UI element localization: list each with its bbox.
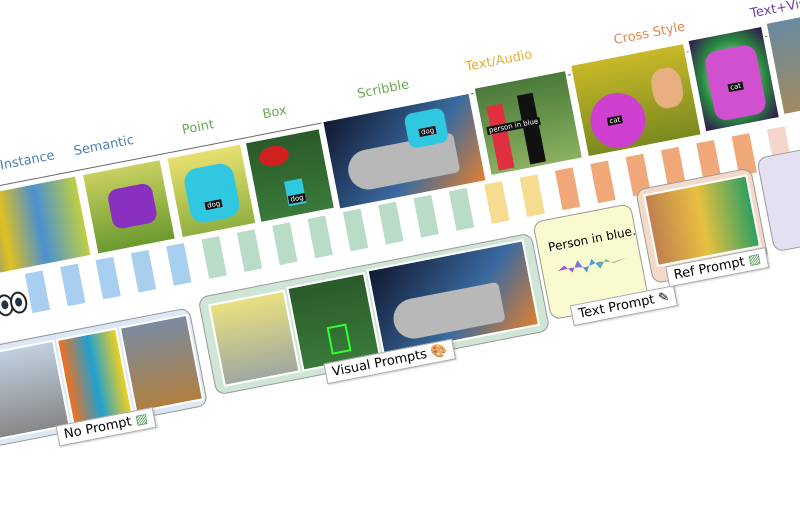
label-instance: Instance (0, 148, 56, 174)
stripe (307, 215, 333, 259)
stripe (236, 229, 263, 272)
image-icon: ▨ (134, 411, 150, 429)
label-scribble: Scribble (356, 77, 411, 102)
cross-style-image-2: cat (686, 24, 782, 134)
stripe (60, 263, 86, 307)
stripe (272, 222, 298, 266)
semantic-image (80, 157, 178, 256)
pencil-icon: ✎ (657, 289, 671, 307)
stripe (448, 188, 475, 231)
cross-style-image-1: cat (568, 41, 703, 159)
stripe (590, 160, 616, 204)
box-image: dog (243, 126, 337, 225)
stripe (378, 201, 404, 245)
stripe (342, 208, 369, 252)
label-point: Point (180, 117, 216, 139)
stripe (24, 270, 51, 314)
stripe (166, 242, 192, 286)
stripe (413, 194, 439, 238)
text-prompt-box: Person in blue. Text Prompt ✎ (532, 203, 679, 327)
stripe (95, 256, 121, 300)
text-audio-image: person in blue (472, 68, 585, 178)
prompt-overview-diagram: Instance Semantic Point Box Scribble Tex… (0, 0, 800, 503)
palette-icon: 🎨 (429, 342, 449, 361)
horse-image (118, 313, 205, 414)
label-text-audio: Text/Audio (464, 47, 534, 75)
stripe (201, 236, 227, 279)
text-prompt-example: Person in blue. (547, 223, 637, 255)
image-icon: ▨ (747, 251, 763, 269)
point-image: dog (165, 142, 258, 240)
label-semantic: Semantic (72, 132, 136, 160)
label-box: Box (261, 103, 288, 123)
audio-waveform (557, 251, 628, 278)
ref-prompt-box: Ref Prompt ▨ (635, 167, 770, 288)
stripe (130, 249, 157, 293)
stripe (554, 167, 581, 211)
scribble-prompt-image (366, 239, 541, 357)
stripe (519, 174, 545, 218)
point-prompt-image (208, 289, 301, 387)
stripe (484, 181, 510, 224)
text-prompt-label: Text Prompt ✎ (569, 285, 679, 327)
no-prompt-box: No Prompt ▨ (0, 307, 209, 458)
